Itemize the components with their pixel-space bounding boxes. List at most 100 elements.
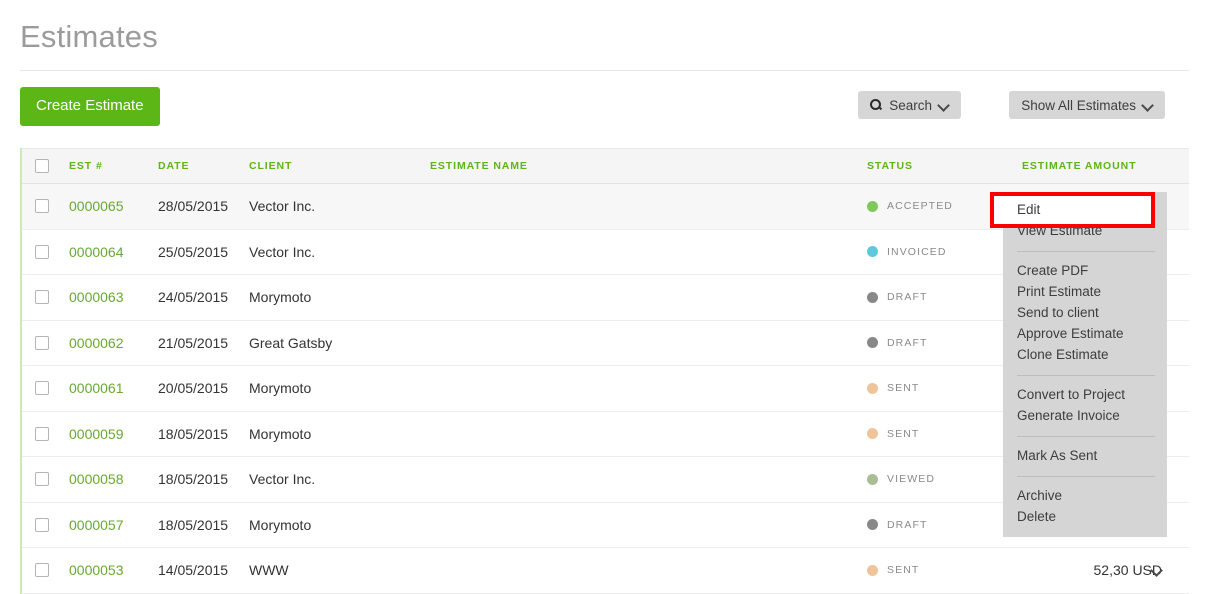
estimate-date-cell: 25/05/2015 — [158, 230, 228, 275]
estimate-number-cell: 0000064 — [69, 230, 124, 275]
estimate-date-cell: 21/05/2015 — [158, 321, 228, 366]
status-dot — [867, 291, 878, 303]
client-name: Morymoto — [249, 289, 312, 306]
chevron-down-icon — [939, 100, 949, 110]
status-dot — [867, 564, 878, 576]
show-all-estimates-filter[interactable]: Show All Estimates — [1009, 91, 1165, 119]
status-dot — [867, 473, 878, 485]
status-cell: SENT — [867, 412, 919, 457]
status-dot — [867, 200, 878, 212]
status-label: DRAFT — [887, 518, 928, 531]
row-checkbox[interactable] — [35, 472, 49, 487]
estimate-date-cell: 18/05/2015 — [158, 457, 228, 502]
row-checkbox[interactable] — [35, 335, 49, 350]
column-header-client[interactable]: CLIENT — [249, 149, 292, 183]
estimate-number-link[interactable]: 0000061 — [69, 380, 124, 396]
status-cell: DRAFT — [867, 321, 928, 366]
status-label: DRAFT — [887, 291, 928, 304]
row-select-cell — [35, 412, 49, 457]
row-checkbox[interactable] — [35, 426, 49, 441]
row-select-cell — [35, 366, 49, 411]
row-select-cell — [35, 548, 49, 593]
menu-item-convert-to-project[interactable]: Convert to Project — [1003, 385, 1167, 406]
menu-item-create-pdf[interactable]: Create PDF — [1003, 261, 1167, 282]
estimate-number-link[interactable]: 0000062 — [69, 335, 124, 351]
row-checkbox[interactable] — [35, 381, 49, 396]
row-checkbox[interactable] — [35, 199, 49, 214]
menu-item-edit-highlighted[interactable]: Edit — [1017, 201, 1040, 219]
client-cell: Morymoto — [249, 366, 311, 411]
estimate-date: 18/05/2015 — [158, 471, 229, 488]
menu-item-send-to-client[interactable]: Send to client — [1003, 303, 1167, 324]
menu-item-delete[interactable]: Delete — [1003, 507, 1167, 528]
column-header-estimate-name[interactable]: ESTIMATE NAME — [430, 149, 528, 183]
row-actions-menu[interactable]: EditView EstimateCreate PDFPrint Estimat… — [1003, 192, 1167, 537]
row-select-cell — [35, 321, 49, 366]
status-cell: VIEWED — [867, 457, 935, 502]
row-select-cell — [35, 457, 49, 502]
estimate-number-link[interactable]: 0000065 — [69, 198, 124, 214]
estimate-number-link[interactable]: 0000063 — [69, 289, 124, 305]
status-label: SENT — [887, 382, 920, 395]
title-divider — [20, 70, 1189, 71]
menu-item-approve-estimate[interactable]: Approve Estimate — [1003, 324, 1167, 345]
estimate-date-cell: 28/05/2015 — [158, 184, 228, 229]
estimate-date-cell: 18/05/2015 — [158, 412, 228, 457]
row-checkbox[interactable] — [35, 517, 49, 532]
search-button-label: Search — [889, 97, 932, 113]
row-checkbox[interactable] — [35, 244, 49, 259]
estimate-number-cell: 0000063 — [69, 275, 124, 320]
estimate-date-cell: 20/05/2015 — [158, 366, 228, 411]
status-dot — [867, 382, 878, 394]
client-cell: Morymoto — [249, 412, 311, 457]
row-select-cell — [35, 275, 49, 320]
client-name: Vector Inc. — [249, 198, 316, 215]
estimate-number-link[interactable]: 0000058 — [69, 471, 124, 487]
table-row[interactable]: 0000053 14/05/2015 WWW SENT 52,30 USD — [22, 548, 1189, 594]
estimate-number-cell: 0000057 — [69, 503, 124, 548]
search-icon — [870, 99, 882, 111]
create-estimate-button[interactable]: Create Estimate — [20, 87, 160, 126]
column-header-date[interactable]: DATE — [158, 149, 189, 183]
estimate-date: 21/05/2015 — [158, 334, 229, 351]
select-all-checkbox[interactable] — [35, 159, 49, 173]
client-cell: Vector Inc. — [249, 184, 315, 229]
estimate-date: 18/05/2015 — [158, 516, 229, 533]
client-cell: Vector Inc. — [249, 230, 315, 275]
search-button[interactable]: Search — [858, 91, 961, 119]
status-dot — [867, 246, 878, 258]
menu-item-generate-invoice[interactable]: Generate Invoice — [1003, 406, 1167, 427]
row-select-cell — [35, 230, 49, 275]
estimate-number-link[interactable]: 0000064 — [69, 244, 124, 260]
menu-item-mark-as-sent[interactable]: Mark As Sent — [1003, 446, 1167, 467]
estimate-date-cell: 14/05/2015 — [158, 548, 228, 593]
column-header-amount[interactable]: ESTIMATE AMOUNT — [1022, 149, 1182, 183]
estimate-number-link[interactable]: 0000057 — [69, 517, 124, 533]
annotation-highlight-box — [990, 192, 1155, 228]
status-cell: ACCEPTED — [867, 184, 953, 229]
column-header-est[interactable]: EST # — [69, 149, 103, 183]
status-label: SENT — [887, 427, 920, 440]
estimate-number-cell: 0000059 — [69, 412, 124, 457]
column-header-status[interactable]: STATUS — [867, 149, 913, 183]
filter-label: Show All Estimates — [1021, 97, 1136, 113]
menu-divider — [1017, 375, 1155, 376]
client-name: Vector Inc. — [249, 471, 316, 488]
page-title: Estimates — [20, 19, 158, 54]
status-label: VIEWED — [887, 473, 936, 486]
estimate-number-cell: 0000062 — [69, 321, 124, 366]
menu-item-print-estimate[interactable]: Print Estimate — [1003, 282, 1167, 303]
client-cell: Great Gatsby — [249, 321, 332, 366]
row-select-cell — [35, 503, 49, 548]
menu-item-clone-estimate[interactable]: Clone Estimate — [1003, 345, 1167, 366]
chevron-down-icon[interactable] — [1152, 565, 1162, 575]
row-checkbox[interactable] — [35, 290, 49, 305]
estimate-date: 25/05/2015 — [158, 243, 229, 260]
row-actions-toggle-cell — [1137, 548, 1177, 593]
estimate-number-cell: 0000058 — [69, 457, 124, 502]
status-cell: INVOICED — [867, 230, 947, 275]
estimate-number-link[interactable]: 0000059 — [69, 426, 124, 442]
row-checkbox[interactable] — [35, 563, 49, 578]
menu-item-archive[interactable]: Archive — [1003, 486, 1167, 507]
status-cell: DRAFT — [867, 275, 928, 320]
